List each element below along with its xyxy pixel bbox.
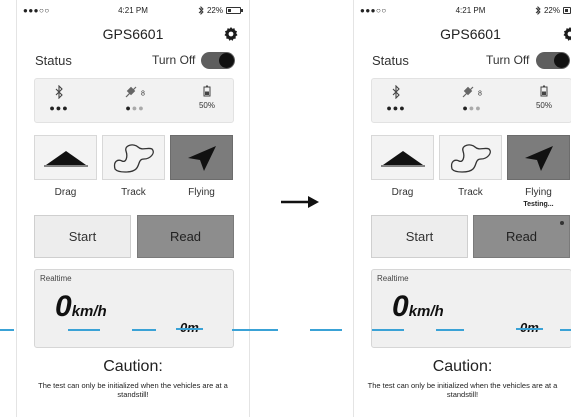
satellite-count: 8 <box>478 90 482 98</box>
bluetooth-icon <box>392 84 400 100</box>
guide-dash <box>68 329 100 331</box>
bluetooth-indicator: ●●● <box>376 84 416 113</box>
mode-drag-label: Drag <box>54 187 77 198</box>
guide-dash <box>560 329 571 331</box>
status-label: Status <box>372 53 409 68</box>
read-button[interactable]: Read <box>137 215 234 258</box>
bluetooth-icon <box>535 6 541 15</box>
speed-readout: 0km/h <box>55 290 107 324</box>
track-icon <box>450 143 491 173</box>
mode-track-label: Track <box>458 187 483 198</box>
mode-track-button[interactable] <box>439 135 502 180</box>
battery-percent: 22% <box>206 6 223 15</box>
start-button[interactable]: Start <box>371 215 468 258</box>
testing-status: Testing... <box>523 201 554 208</box>
indicator-panel: ●●● 8 ●●● 50% <box>34 78 234 123</box>
satellite-icon <box>462 86 474 98</box>
realtime-panel: Realtime 0km/h 0m <box>371 269 571 348</box>
app-header: GPS6601 <box>17 22 249 46</box>
guide-dash <box>232 329 278 331</box>
satellite-indicator: 8 ●●● <box>452 85 492 113</box>
satellite-icon <box>125 86 137 98</box>
transition-arrow-icon <box>281 196 319 208</box>
battery-indicator: 50% <box>524 85 564 110</box>
guide-dash <box>0 329 14 331</box>
mode-flying-label: Flying <box>525 187 552 198</box>
realtime-label: Realtime <box>40 274 72 283</box>
flying-icon <box>187 145 216 171</box>
mode-drag-label: Drag <box>391 187 414 198</box>
distance-readout: 0m <box>516 320 543 335</box>
bluetooth-indicator: ●●● <box>39 84 79 113</box>
flying-icon <box>524 145 553 171</box>
recording-indicator <box>560 221 564 225</box>
turn-off-label: Turn Off <box>152 53 196 67</box>
track-icon <box>113 143 154 173</box>
satellite-count: 8 <box>141 90 145 98</box>
guide-dash <box>310 329 342 331</box>
start-button[interactable]: Start <box>34 215 131 258</box>
read-button[interactable]: Read <box>473 215 570 258</box>
speed-value: 0 <box>392 290 409 323</box>
satellite-indicator: 8 ●●● <box>115 85 155 113</box>
realtime-label: Realtime <box>377 274 409 283</box>
speed-readout: 0km/h <box>392 290 444 324</box>
indicator-panel: ●●● 8 ●●● 50% <box>371 78 571 123</box>
status-row: Status Turn Off <box>17 50 249 72</box>
guide-dash <box>132 329 156 331</box>
status-label: Status <box>35 53 72 68</box>
battery-value: 50% <box>535 101 552 110</box>
app-header: GPS6601 <box>354 22 571 46</box>
speed-unit: km/h <box>408 303 444 320</box>
drag-icon <box>380 150 425 166</box>
mode-selector: Drag Track Flying Testing... <box>371 135 571 208</box>
mode-selector: Drag Track Flying <box>34 135 234 207</box>
speed-unit: km/h <box>71 303 107 320</box>
speed-value: 0 <box>55 290 72 323</box>
status-bar: ●●●○○ 4:21 PM 22% <box>354 0 571 20</box>
caution-title: Caution: <box>432 358 493 375</box>
drag-icon <box>43 150 88 166</box>
gear-icon[interactable] <box>223 26 239 42</box>
bluetooth-icon <box>55 84 63 100</box>
bluetooth-icon <box>198 6 204 15</box>
gear-icon[interactable] <box>562 26 571 42</box>
battery-icon <box>203 85 211 97</box>
battery-indicator: 50% <box>187 85 227 110</box>
battery-icon <box>540 85 548 97</box>
battery-percent: 22% <box>543 6 560 15</box>
battery-value: 50% <box>198 101 215 110</box>
caution-text: The test can only be initialized when th… <box>367 381 558 400</box>
phone-screen-before: ●●●○○ 4:21 PM 22% GPS6601 Status Turn Of… <box>16 0 250 417</box>
guide-dash <box>372 329 404 331</box>
realtime-panel: Realtime 0km/h 0m <box>34 269 234 348</box>
page-title: GPS6601 <box>440 26 501 42</box>
mode-flying-label: Flying <box>188 187 215 198</box>
status-bar: ●●●○○ 4:21 PM 22% <box>17 0 249 20</box>
mode-track-button[interactable] <box>102 135 165 180</box>
guide-dash <box>436 329 464 331</box>
phone-screen-after: ●●●○○ 4:21 PM 22% GPS6601 Status Turn Of… <box>353 0 571 417</box>
mode-drag-button[interactable] <box>34 135 97 180</box>
mode-track-label: Track <box>121 187 146 198</box>
mode-flying-button[interactable] <box>507 135 570 180</box>
battery-icon <box>226 7 243 14</box>
read-button-label: Read <box>505 229 538 244</box>
turn-off-label: Turn Off <box>486 53 530 67</box>
caution-title: Caution: <box>103 358 163 375</box>
mode-flying-button[interactable] <box>170 135 233 180</box>
status-row: Status Turn Off <box>354 50 571 72</box>
caution-text: The test can only be initialized when th… <box>38 381 228 400</box>
mode-drag-button[interactable] <box>371 135 434 180</box>
battery-icon <box>563 7 571 14</box>
distance-readout: 0m <box>176 320 203 335</box>
status-toggle[interactable] <box>536 52 570 69</box>
page-title: GPS6601 <box>102 26 164 42</box>
status-toggle[interactable] <box>201 52 235 69</box>
